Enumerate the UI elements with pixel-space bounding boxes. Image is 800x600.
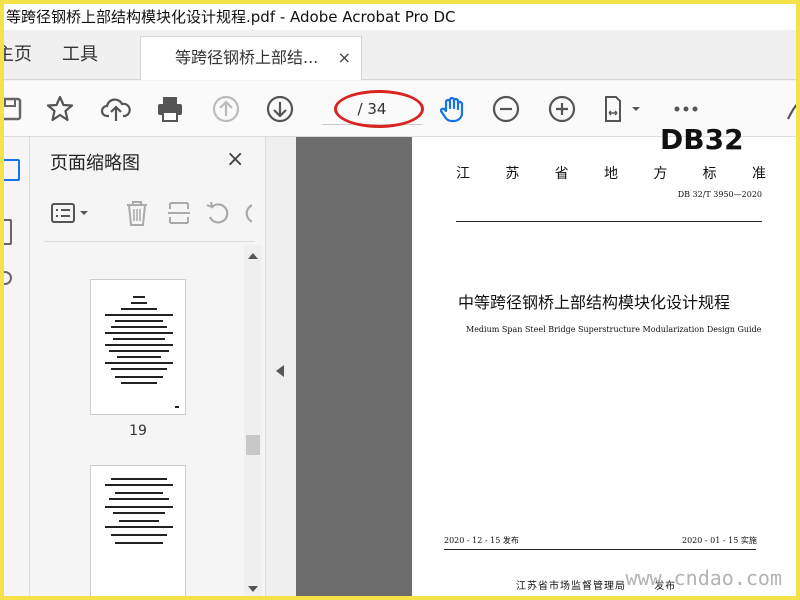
thumbnail-text-line [105, 362, 173, 364]
page-up-icon[interactable] [210, 93, 242, 125]
window-title: 等跨径钢桥上部结构模块化设计规程.pdf - Adobe Acrobat Pro… [6, 8, 456, 26]
tab-document[interactable]: 等跨径钢桥上部结... × [140, 36, 362, 80]
upload-icon[interactable] [100, 93, 132, 125]
authority-char: 地 [603, 166, 618, 182]
standard-authority: 江苏省地方标准 [456, 163, 766, 183]
thumbnail-text-line [121, 382, 157, 384]
panel-title: 页面缩略图 [50, 153, 140, 174]
rotate-cw-icon[interactable] [242, 199, 252, 227]
thumbnail-scrollbar[interactable] [244, 245, 262, 596]
title-bar: 等跨径钢桥上部结构模块化设计规程.pdf - Adobe Acrobat Pro… [4, 4, 796, 30]
pdf-page: DB32 江 苏 省 地 方 标 准 DB 32/T 3950—2020 中等跨径钢桥上部结… [412, 123, 796, 596]
fit-page-icon[interactable] [600, 93, 644, 125]
header-rule [456, 221, 762, 222]
thumbnail-text-line [115, 320, 163, 322]
thumbnail-text-line [133, 296, 145, 298]
thumbnail-text-line [115, 376, 163, 378]
thumbnail-text-line [105, 484, 173, 486]
bookmarks-icon[interactable] [4, 219, 12, 245]
sign-icon[interactable] [782, 93, 796, 125]
thumbnail-text-line [105, 344, 173, 346]
hand-tool-icon[interactable] [436, 93, 468, 125]
thumbnail-text-line [105, 506, 173, 508]
more-icon[interactable] [670, 93, 702, 125]
extract-page-icon[interactable] [166, 199, 192, 227]
page-thumbnails-icon[interactable] [4, 159, 20, 181]
tab-home[interactable]: 主页 [4, 30, 32, 80]
issuer-name: 江苏省市场监督管理局 [516, 581, 626, 592]
document-viewport[interactable]: DB32 江 苏 省 地 方 标 准 DB 32/T 3950—2020 中等跨径钢桥上部结… [266, 123, 796, 596]
thumbnail-text-line [121, 308, 157, 310]
thumbnail-text-line [105, 332, 173, 334]
standard-number: DB 32/T 3950—2020 [677, 190, 762, 199]
thumbnail-text-line [105, 526, 173, 528]
watermark: www.cndao.com [625, 566, 782, 590]
rotate-ccw-icon[interactable] [204, 199, 232, 227]
thumbnail-text-line [115, 542, 163, 544]
collapse-arrow-icon[interactable] [276, 365, 284, 377]
footer-rule [444, 549, 756, 550]
zoom-out-icon[interactable] [490, 93, 522, 125]
thumbnail-label: 19 [129, 423, 147, 439]
tab-bar: 主页 工具 等跨径钢桥上部结... × [4, 30, 796, 80]
bookmark-star-icon[interactable] [44, 93, 76, 125]
thumbnail-text-line [117, 356, 161, 358]
thumbnail-text-line [119, 520, 159, 522]
implement-date: 2020 - 01 - 15 实施 [682, 536, 757, 545]
thumbnail-text-line [109, 498, 169, 500]
tab-close-icon[interactable]: × [338, 37, 351, 79]
attachments-icon[interactable] [4, 271, 12, 285]
authority-char: 省 [554, 166, 569, 182]
page-down-icon[interactable] [264, 93, 296, 125]
tab-tools[interactable]: 工具 [62, 30, 98, 80]
panel-collapse-strip[interactable] [266, 137, 296, 596]
thumbnail-text-line [111, 326, 167, 328]
thumbnail-list: 19 [30, 245, 244, 596]
title-chinese: 中等跨径钢桥上部结构模块化设计规程 [458, 293, 731, 312]
thumbnail-text-line [113, 338, 165, 340]
authority-char: 准 [751, 166, 766, 182]
header-code: DB32 [660, 123, 744, 156]
thumbnail-text-line [111, 478, 167, 480]
thumbnail-text-line [131, 302, 147, 304]
title-english: Medium Span Steel Bridge Superstructure … [466, 325, 762, 334]
thumbnail-page-20[interactable] [90, 465, 186, 596]
authority-char: 苏 [505, 166, 520, 182]
highlight-annotation-ellipse [334, 90, 424, 128]
thumbnail-options-icon[interactable] [50, 201, 92, 225]
scroll-down-icon[interactable] [248, 586, 258, 592]
delete-page-icon[interactable] [124, 199, 150, 227]
thumbnail-text-line [109, 350, 169, 352]
thumbnails-panel: 页面缩略图 × 19 [30, 137, 266, 596]
thumbnail-text-line [115, 492, 163, 494]
panel-divider [44, 241, 255, 242]
thumbnail-text-line [113, 512, 165, 514]
publish-date: 2020 - 12 - 15 发布 [444, 536, 519, 545]
thumbnail-text-line [111, 534, 167, 536]
authority-char: 江 [456, 166, 470, 182]
scroll-up-icon[interactable] [248, 253, 258, 259]
panel-toolbar [44, 195, 255, 231]
authority-char: 方 [653, 166, 668, 182]
nav-rail [4, 137, 30, 596]
scroll-thumb[interactable] [246, 435, 260, 455]
panel-close-icon[interactable]: × [226, 147, 244, 172]
thumbnail-page-19[interactable] [90, 279, 186, 415]
thumbnail-text-line [175, 406, 179, 408]
thumbnail-text-line [105, 314, 173, 316]
zoom-in-icon[interactable] [546, 93, 578, 125]
acrobat-window: 等跨径钢桥上部结构模块化设计规程.pdf - Adobe Acrobat Pro… [4, 4, 796, 596]
authority-char: 标 [702, 166, 717, 182]
thumbnail-text-line [111, 368, 167, 370]
save-icon[interactable] [4, 93, 26, 125]
print-icon[interactable] [154, 93, 186, 125]
tab-document-label: 等跨径钢桥上部结... [175, 48, 319, 67]
